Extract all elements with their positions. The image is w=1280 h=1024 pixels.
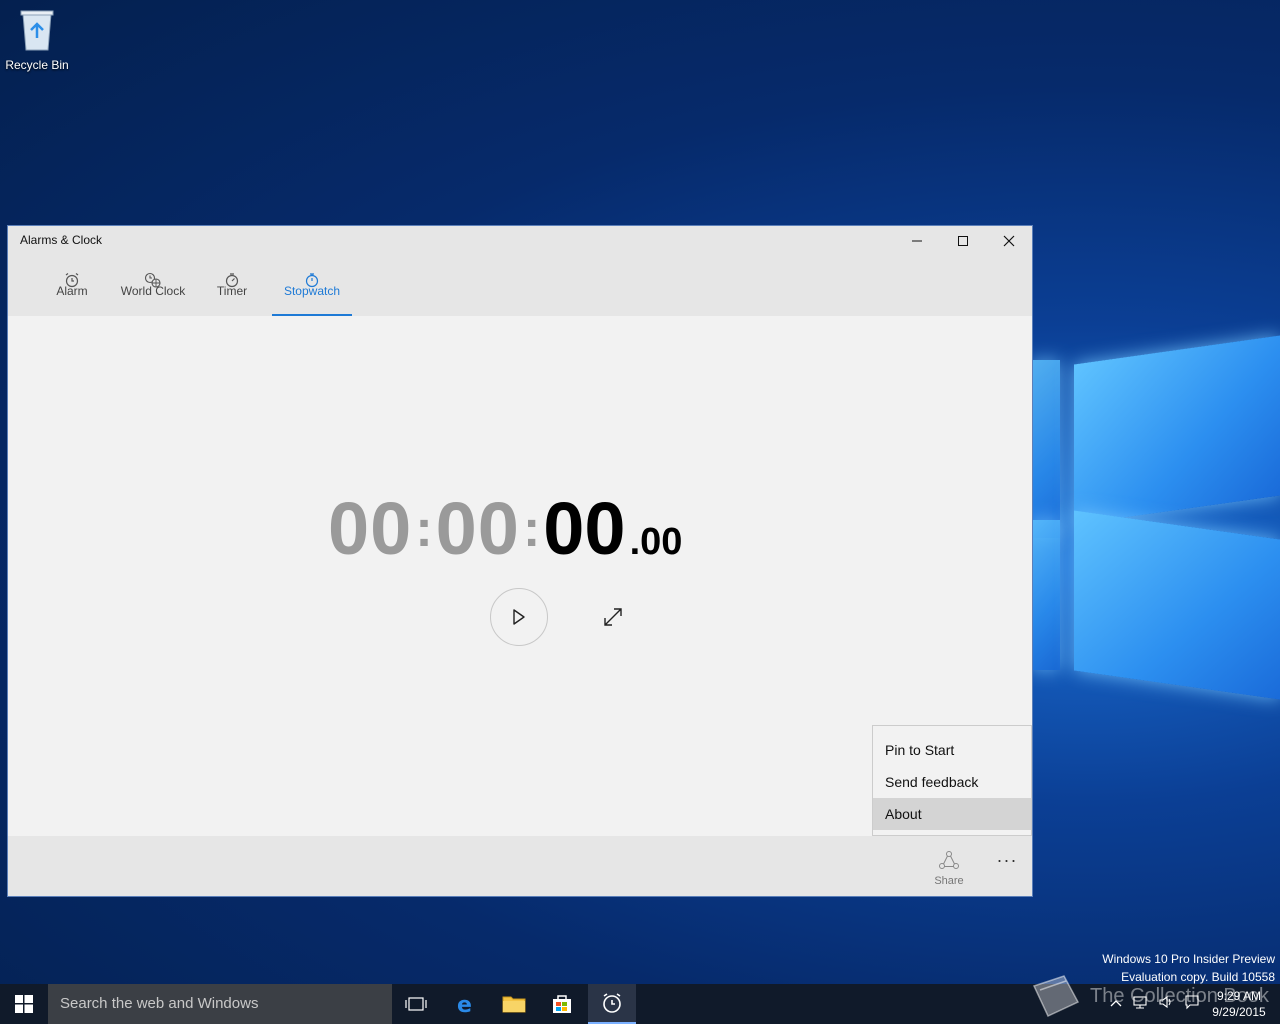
folder-icon — [502, 996, 526, 1013]
time-separator: : — [522, 500, 541, 558]
task-view-icon — [405, 997, 427, 1011]
tab-alarm-label: Alarm — [56, 284, 88, 298]
watermark-text: The Collection Book — [1090, 984, 1269, 1007]
alarms-clock-app-icon — [603, 993, 621, 1013]
eval-line-1: Windows 10 Pro Insider Preview — [1102, 952, 1275, 966]
tab-stopwatch-label: Stopwatch — [283, 284, 341, 298]
watermark: The Collection Book — [1030, 972, 1269, 1020]
menu-item-send-feedback[interactable]: Send feedback — [873, 766, 1031, 798]
close-button[interactable] — [986, 226, 1032, 256]
tab-world-clock-label: World Clock — [120, 284, 186, 298]
recycle-bin-label: Recycle Bin — [5, 58, 69, 72]
share-label: Share — [934, 875, 964, 887]
stopwatch-display: 00:00:00.00 — [328, 486, 683, 570]
title-bar[interactable]: Alarms & Clock — [8, 226, 1032, 256]
maximize-button[interactable] — [940, 226, 986, 256]
more-options-button[interactable]: ··· — [992, 850, 1022, 870]
edge-browser-icon: e — [457, 993, 472, 1015]
share-icon — [939, 851, 959, 869]
window-title: Alarms & Clock — [20, 233, 103, 247]
close-icon — [1003, 235, 1015, 247]
tab-stopwatch[interactable]: Stopwatch — [272, 256, 352, 316]
maximize-icon — [958, 236, 968, 246]
windows-logo-wallpaper — [1030, 330, 1280, 730]
menu-item-pin-to-start[interactable]: Pin to Start — [873, 734, 1031, 766]
book-watermark-icon — [1032, 975, 1080, 1017]
expand-button[interactable] — [598, 602, 628, 632]
expand-icon — [604, 608, 622, 626]
windows-start-icon — [15, 995, 33, 1013]
stopwatch-seconds: 00 — [543, 487, 626, 570]
taskbar-search-box[interactable]: Search the web and Windows — [48, 984, 392, 1024]
app-command-bar: Share ··· — [8, 836, 1032, 896]
minimize-button[interactable] — [894, 226, 940, 256]
tab-world-clock[interactable]: World Clock — [118, 256, 188, 316]
taskbar-file-explorer-button[interactable] — [490, 984, 538, 1024]
store-icon — [553, 995, 571, 1013]
minimize-icon — [912, 240, 922, 242]
svg-text:e: e — [457, 993, 472, 1015]
tab-timer[interactable]: Timer — [212, 256, 252, 316]
share-button[interactable]: Share — [926, 850, 972, 887]
stopwatch-hours: 00 — [328, 487, 413, 570]
tab-alarm[interactable]: Alarm — [48, 256, 96, 316]
play-icon — [513, 609, 525, 625]
tab-bar: Alarm World Clock Timer Stopwatch — [8, 256, 1032, 316]
taskbar-alarms-clock-button[interactable] — [588, 984, 636, 1024]
recycle-bin-desktop-icon[interactable]: Recycle Bin — [4, 8, 70, 72]
time-separator: : — [415, 500, 433, 558]
taskbar-edge-button[interactable]: e — [442, 984, 490, 1024]
menu-item-about[interactable]: About — [873, 798, 1031, 830]
tab-timer-label: Timer — [216, 284, 248, 298]
task-view-button[interactable] — [392, 984, 440, 1024]
start-button[interactable] — [490, 588, 548, 646]
stopwatch-hundredths: .00 — [629, 521, 683, 563]
more-options-menu: Pin to Start Send feedback About — [872, 725, 1032, 836]
start-button[interactable] — [0, 984, 48, 1024]
taskbar-store-button[interactable] — [538, 984, 586, 1024]
recycle-bin-icon — [17, 8, 57, 52]
stopwatch-minutes: 00 — [435, 487, 520, 570]
